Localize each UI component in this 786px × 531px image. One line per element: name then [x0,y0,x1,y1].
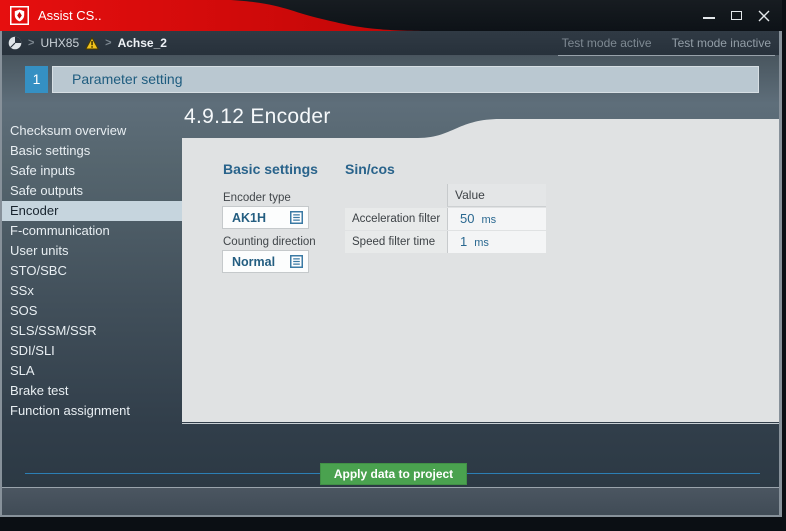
row-unit: ms [474,237,489,249]
test-mode-switch: Test mode active Test mode inactive [557,31,775,56]
maximize-icon[interactable] [731,11,742,20]
sidebar-item-sdi-sli[interactable]: SDI/SLI [2,341,182,361]
sidebar-item-sls-ssm-ssr[interactable]: SLS/SSM/SSR [2,321,182,341]
sidebar-item-user-units[interactable]: User units [2,241,182,261]
breadcrumb-bar: > UHX85 > Achse_2 Test mode active Test … [0,31,782,56]
sidebar-item-brake-test[interactable]: Brake test [2,381,182,401]
table-header-row: Value [345,184,546,207]
panel-bottom-highlight [182,423,779,424]
test-mode-active-link[interactable]: Test mode active [562,36,652,50]
sidebar-item-encoder[interactable]: Encoder [2,201,182,221]
basic-settings-heading: Basic settings [223,161,318,177]
table-row: Speed filter time 1 ms [345,231,546,253]
counting-direction-dropdown[interactable]: Normal [222,250,309,273]
test-mode-inactive-link[interactable]: Test mode inactive [672,36,771,50]
row-label: Acceleration filter time [345,208,447,247]
window-border-left [0,31,2,517]
sidebar-item-checksum-overview[interactable]: Checksum overview [2,121,182,141]
sincos-table: Value Acceleration filter time 50 ms Spee… [345,184,546,254]
sidebar-item-f-communication[interactable]: F-communication [2,221,182,241]
breadcrumb: > UHX85 > Achse_2 [8,31,167,55]
window-controls [703,0,770,31]
apply-data-button[interactable]: Apply data to project [320,463,467,485]
chevron-separator: > [28,37,35,49]
pie-status-icon [8,36,22,50]
encoder-type-label: Encoder type [223,192,291,204]
window-border-right [779,31,782,517]
counting-direction-label: Counting direction [223,236,316,248]
minimize-icon[interactable] [703,16,715,19]
sidebar-item-ssx[interactable]: SSx [2,281,182,301]
speed-filter-time-field[interactable]: 1 ms [447,231,546,253]
sidebar-item-sla[interactable]: SLA [2,361,182,381]
row-unit: ms [481,214,497,226]
chevron-separator: > [105,37,112,49]
sincos-heading: Sin/cos [345,161,395,177]
status-bar [2,487,779,515]
title-bar: Assist CS.. [0,0,782,31]
breadcrumb-axis[interactable]: Achse_2 [118,36,167,50]
table-row: Acceleration filter time 50 ms [345,208,546,247]
sidebar-item-sto-sbc[interactable]: STO/SBC [2,261,182,281]
sidebar-item-safe-outputs[interactable]: Safe outputs [2,181,182,201]
application-window: Assist CS.. > UHX85 > Achse_2 Test mode … [0,0,786,531]
breadcrumb-device[interactable]: UHX85 [40,36,79,50]
sidebar-navigation: Checksum overview Basic settings Safe in… [2,121,182,421]
close-icon[interactable] [758,10,770,22]
step-number-badge: 1 [25,66,48,93]
encoder-type-value: AK1H [232,210,267,225]
shield-logo-icon [10,6,29,25]
row-value: 1 [460,234,468,249]
step-header[interactable]: Parameter setting [52,66,759,93]
encoder-type-dropdown[interactable]: AK1H [222,206,309,229]
page-title: 4.9.12 Encoder [184,105,331,128]
main-area: 1 Parameter setting Checksum overview Ba… [0,56,782,487]
red-swoosh-decoration [0,0,434,31]
sidebar-item-basic-settings[interactable]: Basic settings [2,141,182,161]
row-label: Speed filter time [345,231,447,253]
acceleration-filter-time-field[interactable]: 50 ms [447,208,546,230]
window-border-bottom [0,515,782,517]
row-value: 50 [460,211,475,226]
sidebar-item-sos[interactable]: SOS [2,301,182,321]
warning-icon [85,36,100,49]
sidebar-item-safe-inputs[interactable]: Safe inputs [2,161,182,181]
header-spacer [345,184,447,207]
sidebar-item-function-assignment[interactable]: Function assignment [2,401,182,421]
dropdown-list-icon [290,211,303,224]
dropdown-list-icon [290,255,303,268]
counting-direction-value: Normal [232,254,276,269]
value-column-header: Value [447,184,546,207]
app-title: Assist CS.. [38,8,102,23]
